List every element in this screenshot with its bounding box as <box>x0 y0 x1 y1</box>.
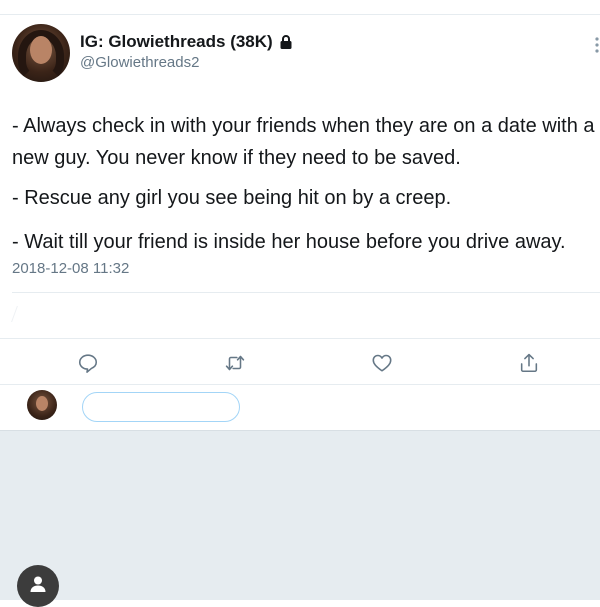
page-background <box>0 430 600 600</box>
faint-mark <box>11 306 24 322</box>
avatar-face <box>30 36 52 64</box>
retweet-button[interactable] <box>224 352 246 374</box>
reply-icon <box>78 354 98 373</box>
heart-icon <box>372 354 392 372</box>
tweet-body: - Always check in with your friends when… <box>12 110 597 270</box>
author-handle[interactable]: @Glowiethreads2 <box>80 54 199 71</box>
avatar-face <box>36 396 48 411</box>
lock-icon <box>279 34 293 50</box>
tweet-timestamp[interactable]: 2018-12-08 11:32 <box>12 260 129 277</box>
like-button[interactable] <box>371 352 393 374</box>
divider <box>12 292 600 293</box>
divider <box>0 384 600 385</box>
share-icon <box>520 353 538 373</box>
retweet-icon <box>225 355 245 371</box>
account-button[interactable] <box>17 565 59 607</box>
tweet-line: - Rescue any girl you see being hit on b… <box>12 187 452 209</box>
author-display-name[interactable]: IG: Glowiethreads (38K) <box>80 32 273 52</box>
current-user-avatar <box>27 390 57 420</box>
tweet-line: - Always check in with your friends when… <box>12 115 595 169</box>
top-divider <box>0 14 600 15</box>
reply-button[interactable] <box>77 352 99 374</box>
more-options-icon[interactable] <box>594 36 600 54</box>
author-name-row: IG: Glowiethreads (38K) <box>80 32 293 52</box>
share-button[interactable] <box>518 352 540 374</box>
author-avatar[interactable] <box>12 24 70 82</box>
tweet-line: - Wait till your friend is inside her ho… <box>12 231 566 253</box>
reply-input[interactable] <box>82 392 240 422</box>
user-icon <box>30 576 46 592</box>
divider <box>0 338 600 339</box>
